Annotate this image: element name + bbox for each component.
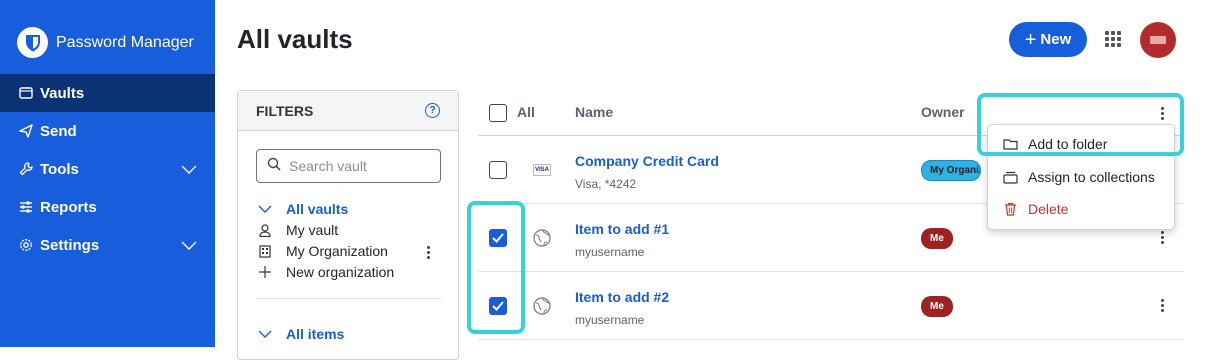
sidebar-item-tools[interactable]: Tools (0, 150, 215, 188)
filter-my-organization[interactable]: My Organization (258, 243, 388, 259)
item-title[interactable]: Company Credit Card (575, 153, 719, 169)
gear-icon (18, 237, 34, 253)
sidebar-item-label: Send (40, 122, 77, 140)
owner-badge: Me (921, 228, 953, 249)
column-header-name[interactable]: Name (575, 104, 613, 120)
divider (256, 298, 441, 299)
item-subtitle: Visa, *4242 (575, 177, 637, 191)
filter-new-organization[interactable]: New organization (258, 264, 394, 280)
send-icon (18, 123, 34, 139)
help-icon[interactable]: ? (425, 103, 440, 118)
sidebar-item-label: Reports (40, 198, 97, 216)
sidebar-item-label: Settings (40, 236, 100, 254)
building-icon (258, 244, 272, 258)
brand[interactable]: Password Manager (17, 27, 194, 58)
sidebar-item-reports[interactable]: Reports (0, 188, 215, 226)
filter-label: My vault (286, 222, 339, 238)
table-row[interactable]: Item to add #2 myusername Me (478, 272, 1184, 340)
sidebar-item-settings[interactable]: Settings (0, 226, 215, 264)
row-options-kebab-icon[interactable] (1161, 299, 1164, 312)
filter-my-vault[interactable]: My vault (258, 222, 338, 238)
chevron-down-icon[interactable] (181, 238, 197, 255)
sidebar-item-label: Vaults (40, 84, 85, 102)
row-checkbox[interactable] (489, 161, 507, 179)
product-switcher-icon[interactable] (1105, 31, 1121, 47)
filter-label: All items (286, 326, 345, 342)
user-icon (258, 223, 272, 237)
brand-name: Password Manager (56, 33, 194, 51)
filters-header: FILTERS ? (238, 91, 458, 131)
row-options-kebab-icon[interactable] (1161, 231, 1164, 244)
new-button-label: New (1040, 31, 1072, 48)
wrench-icon (18, 161, 34, 177)
column-header-owner[interactable]: Owner (921, 104, 965, 120)
plus-icon (258, 266, 272, 278)
callout-highlight-checkboxes (467, 201, 525, 334)
new-button[interactable]: + New (1009, 22, 1087, 57)
sidebar-item-send[interactable]: Send (0, 112, 215, 150)
filter-label: My Organization (286, 243, 388, 259)
search-icon (267, 157, 281, 176)
collection-icon (1002, 171, 1018, 184)
search-input[interactable]: Search vault (256, 149, 441, 183)
menu-item-label: Assign to collections (1028, 169, 1155, 185)
column-header-all[interactable]: All (517, 104, 535, 120)
vault-icon (18, 85, 34, 101)
item-subtitle: myusername (575, 245, 645, 259)
item-title[interactable]: Item to add #2 (575, 289, 669, 305)
chevron-down-icon[interactable] (181, 162, 197, 179)
filter-all-vaults[interactable]: All vaults (258, 201, 348, 217)
filters-heading: FILTERS (256, 102, 314, 119)
sidebar: Password Manager Vaults Send Tools Repor… (0, 0, 215, 347)
sliders-icon (18, 199, 34, 215)
filter-label: New organization (286, 264, 395, 280)
item-title[interactable]: Item to add #1 (575, 221, 669, 237)
globe-icon (533, 297, 551, 315)
callout-highlight-menu (977, 93, 1184, 156)
sidebar-item-label: Tools (40, 160, 79, 178)
filters-panel: FILTERS ? Search vault All vaults My vau… (237, 90, 459, 360)
owner-badge: Me (921, 296, 953, 317)
page-title: All vaults (237, 24, 353, 54)
visa-card-icon: VISA (533, 161, 551, 179)
menu-item-assign-to-collections[interactable]: Assign to collections (1002, 169, 1155, 185)
filter-all-items[interactable]: All items (258, 326, 344, 342)
avatar-initials (1150, 36, 1166, 44)
filter-label: All vaults (286, 201, 349, 217)
shield-logo-icon (17, 27, 48, 58)
search-placeholder: Search vault (289, 158, 367, 174)
select-all-checkbox[interactable] (489, 104, 507, 122)
menu-item-delete[interactable]: Delete (1002, 201, 1068, 217)
plus-icon: + (1024, 28, 1037, 51)
menu-item-label: Delete (1028, 201, 1069, 217)
sidebar-item-vaults[interactable]: Vaults (0, 74, 215, 112)
owner-badge: My Organization (921, 160, 981, 181)
trash-icon (1002, 202, 1018, 216)
chevron-down-icon[interactable] (258, 330, 272, 338)
org-options-kebab-icon[interactable] (427, 246, 430, 259)
globe-icon (533, 229, 551, 247)
item-subtitle: myusername (575, 313, 645, 327)
chevron-down-icon[interactable] (258, 205, 272, 213)
avatar[interactable] (1140, 22, 1176, 58)
